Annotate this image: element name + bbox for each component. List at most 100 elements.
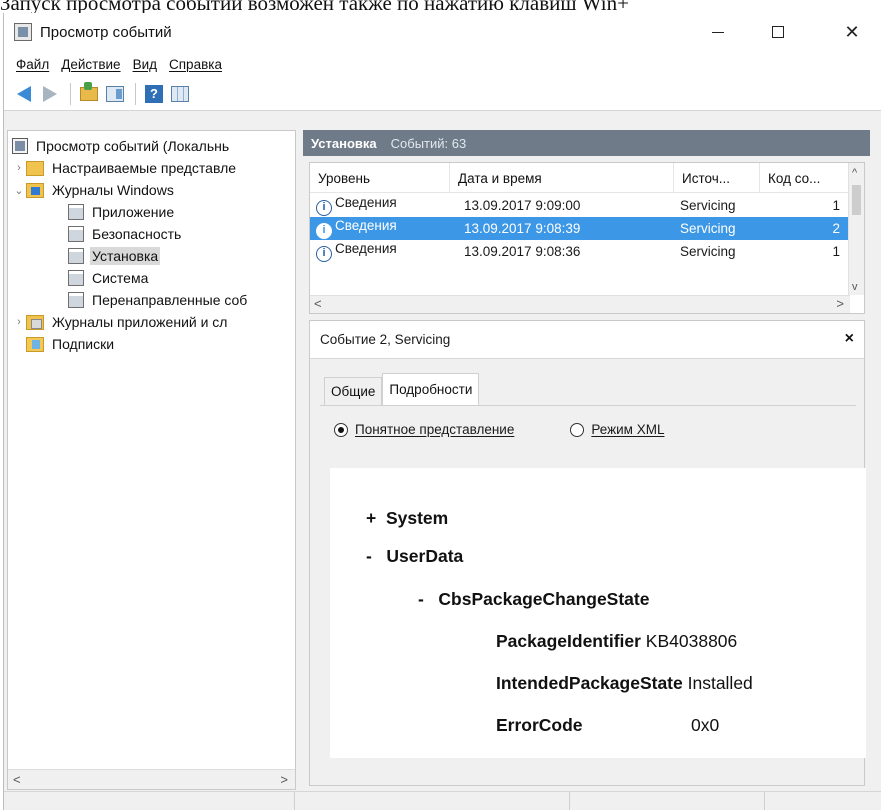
xml-field-package-identifier: PackageIdentifier KB4038806	[496, 631, 737, 652]
table-row[interactable]: i Сведения 13.09.2017 9:08:39 Servicing 2	[310, 217, 850, 240]
menu-help[interactable]: Справка	[169, 57, 222, 72]
radio-xml-view[interactable]: Режим XML	[570, 422, 664, 437]
radio-selected-icon[interactable]	[334, 422, 348, 437]
forward-button[interactable]	[38, 82, 62, 106]
xml-key: UserData	[386, 546, 464, 566]
event-list-horizontal-scrollbar[interactable]: < >	[310, 295, 850, 313]
navigation-tree: Просмотр событий (Локальнь › Настраиваем…	[7, 130, 296, 790]
event-list-vertical-scrollbar[interactable]: ^ v	[848, 163, 864, 295]
cell-event-id: 1	[832, 244, 840, 259]
info-icon: i	[316, 246, 332, 262]
xml-key: System	[385, 508, 449, 528]
event-data-view: + System - UserData - CbsPackageChangeSt…	[330, 468, 866, 758]
chevron-right-icon[interactable]: ›	[12, 162, 26, 174]
tree-item-label: Журналы Windows	[52, 182, 174, 198]
cell-datetime: 13.09.2017 9:08:39	[464, 221, 581, 236]
xml-value: KB4038806	[645, 631, 738, 651]
tree-item-setup[interactable]: Установка	[68, 245, 161, 267]
tree-item-forwarded-events[interactable]: Перенаправленные соб	[68, 289, 249, 311]
tree-item-system[interactable]: Система	[68, 267, 150, 289]
scroll-right-icon[interactable]: >	[280, 772, 288, 787]
help-button[interactable]: ?	[142, 82, 166, 106]
maximize-icon	[772, 26, 784, 38]
show-action-pane-button[interactable]	[168, 82, 192, 106]
menu-file[interactable]: Файл	[16, 57, 49, 72]
tree-item-label: Приложение	[92, 204, 175, 220]
tree-item-application[interactable]: Приложение	[68, 201, 176, 223]
tree-item-subscriptions[interactable]: Подписки	[26, 333, 116, 355]
minimize-button[interactable]	[692, 13, 744, 51]
tree-item-security[interactable]: Безопасность	[68, 223, 183, 245]
log-icon	[68, 248, 84, 264]
xml-key: PackageIdentifier	[496, 631, 641, 651]
radio-friendly-view[interactable]: Понятное представление	[334, 422, 514, 437]
tab-details[interactable]: Подробности	[382, 373, 480, 405]
help-icon: ?	[145, 84, 163, 103]
column-level[interactable]: Уровень	[310, 163, 450, 193]
up-level-button[interactable]	[77, 81, 101, 106]
event-viewer-app-icon	[14, 23, 32, 41]
chevron-right-icon[interactable]: ›	[12, 316, 26, 328]
cell-event-id: 1	[832, 198, 840, 213]
tree-item-custom-views[interactable]: › Настраиваемые представле	[12, 157, 238, 179]
event-detail-title: Событие 2, Servicing	[320, 332, 451, 347]
console-tree-icon	[106, 85, 124, 102]
close-detail-icon[interactable]: ×	[845, 330, 854, 348]
tree-item-app-service-logs[interactable]: › Журналы приложений и сл	[12, 311, 229, 333]
tree-horizontal-scrollbar[interactable]: < >	[8, 769, 295, 789]
details-tab-panel: Понятное представление Режим XML + Syste…	[320, 405, 866, 779]
cell-datetime: 13.09.2017 9:08:36	[464, 244, 581, 259]
close-button[interactable]: ✕	[826, 13, 878, 51]
expand-toggle[interactable]: +	[366, 508, 376, 528]
tab-general[interactable]: Общие	[324, 377, 383, 405]
column-event-id[interactable]: Код со...	[760, 163, 850, 193]
column-source[interactable]: Источ...	[674, 163, 760, 193]
cell-source: Servicing	[680, 198, 736, 213]
scroll-down-icon[interactable]: v	[852, 281, 858, 293]
xml-key: ErrorCode	[496, 715, 583, 735]
scroll-left-icon[interactable]: <	[13, 772, 21, 787]
log-icon	[68, 292, 84, 308]
scroll-left-icon[interactable]: <	[314, 296, 322, 311]
document-caption: Запуск просмотра событий возможен также …	[0, 0, 629, 13]
forward-arrow-icon	[43, 85, 57, 102]
view-mode-radios: Понятное представление Режим XML	[334, 422, 720, 437]
log-header: Установка Событий: 63	[303, 130, 870, 156]
title-bar: Просмотр событий ✕	[4, 13, 881, 51]
xml-field-intended-package-state: IntendedPackageState Installed	[496, 673, 753, 694]
tree-item-windows-logs[interactable]: ⌄ Журналы Windows	[12, 179, 176, 201]
scroll-thumb[interactable]	[852, 185, 861, 215]
column-datetime[interactable]: Дата и время	[450, 163, 674, 193]
scroll-up-icon[interactable]: ^	[852, 167, 857, 179]
tree-item-label: Установка	[90, 247, 161, 265]
xml-node-cbspackagechangestate[interactable]: - CbsPackageChangeState	[418, 589, 649, 610]
cell-source: Servicing	[680, 221, 736, 236]
chevron-down-icon[interactable]: ⌄	[12, 184, 26, 197]
menu-action[interactable]: Действие	[61, 57, 120, 72]
level-text: Сведения	[335, 195, 397, 210]
xml-node-userdata[interactable]: - UserData	[366, 546, 463, 567]
close-icon: ✕	[844, 21, 860, 42]
menu-bar: Файл Действие Вид Справка	[4, 51, 881, 77]
xml-node-system[interactable]: + System	[366, 508, 448, 529]
collapse-toggle[interactable]: -	[418, 589, 424, 609]
maximize-button[interactable]	[752, 13, 804, 51]
collapse-toggle[interactable]: -	[366, 546, 372, 566]
table-row[interactable]: i Сведения 13.09.2017 9:08:36 Servicing 1	[310, 240, 850, 263]
show-hide-tree-button[interactable]	[103, 82, 127, 106]
status-bar	[4, 791, 881, 810]
log-icon	[68, 204, 84, 220]
scroll-right-icon[interactable]: >	[836, 296, 844, 311]
tree-item-label: Настраиваемые представле	[52, 160, 237, 176]
menu-view[interactable]: Вид	[133, 57, 157, 72]
event-viewer-window: Просмотр событий ✕ Файл Действие Вид Спр…	[3, 13, 881, 810]
cell-event-id: 2	[832, 221, 840, 236]
level-text: Сведения	[335, 241, 397, 256]
radio-xml-label: Режим XML	[591, 422, 665, 437]
table-row[interactable]: i Сведения 13.09.2017 9:09:00 Servicing 1	[310, 194, 850, 217]
status-divider	[294, 792, 295, 810]
back-button[interactable]	[12, 82, 36, 106]
radio-unselected-icon[interactable]	[570, 422, 585, 437]
status-divider	[764, 792, 765, 810]
tree-item-root[interactable]: Просмотр событий (Локальнь	[12, 135, 231, 157]
